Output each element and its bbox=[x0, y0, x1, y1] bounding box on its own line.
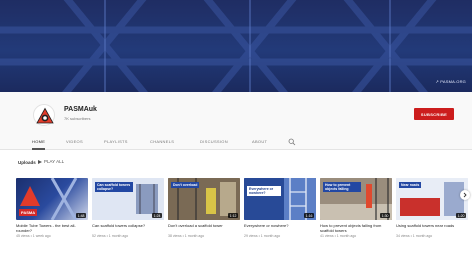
video-thumbnail[interactable]: Everywhere or nowhere? 1:16 bbox=[244, 178, 316, 220]
channel-name: PASMAuk bbox=[64, 106, 97, 113]
video-meta: 29 views • 1 month ago bbox=[244, 234, 281, 238]
video-title[interactable]: Using scaffold towers near roads bbox=[396, 223, 468, 233]
video-thumbnail[interactable]: PASMA 1:48 bbox=[16, 178, 88, 220]
channel-header: PASMAuk 7K subscribers SUBSCRIBE bbox=[0, 92, 472, 136]
thumbnail-caption: Near roads bbox=[399, 182, 422, 188]
play-all-label: PLAY ALL bbox=[44, 159, 65, 164]
channel-tabs: HOME VIDEOS PLAYLISTS CHANNELS DISCUSSIO… bbox=[0, 136, 472, 150]
video-title[interactable]: Mobile Tube Towers - the best all-rounde… bbox=[16, 223, 88, 233]
video-meta: 41 views • 1 month ago bbox=[320, 234, 357, 238]
video-meta: 38 views • 1 month ago bbox=[168, 234, 205, 238]
video-duration: 1:16 bbox=[304, 213, 314, 218]
video-thumbnail[interactable]: Near roads 1:20 bbox=[396, 178, 468, 220]
tab-discussion[interactable]: DISCUSSION bbox=[200, 139, 228, 150]
tab-playlists[interactable]: PLAYLISTS bbox=[104, 139, 128, 150]
video-title[interactable]: How to prevent objects falling from scaf… bbox=[320, 223, 392, 233]
video-card[interactable]: PASMA 1:48 Mobile Tube Towers - the best… bbox=[16, 178, 88, 239]
video-thumbnail[interactable]: Don't overload 1:12 bbox=[168, 178, 240, 220]
subscribe-button[interactable]: SUBSCRIBE bbox=[414, 108, 454, 120]
scaffold-banner-art bbox=[0, 0, 472, 92]
video-duration: 1:12 bbox=[228, 213, 238, 218]
video-card[interactable]: Don't overload 1:12 Don't overload a sca… bbox=[168, 178, 240, 239]
thumbnail-caption: Can scaffold towers collapse? bbox=[95, 182, 133, 192]
section-title[interactable]: Uploads bbox=[18, 160, 36, 165]
search-icon[interactable] bbox=[288, 138, 296, 146]
banner-website-link[interactable]: ↗ PASMA.ORG bbox=[435, 79, 466, 84]
video-thumbnail[interactable]: How to prevent objects falling 1:30 bbox=[320, 178, 392, 220]
video-duration: 1:20 bbox=[456, 213, 466, 218]
video-duration: 1:24 bbox=[152, 213, 162, 218]
chevron-right-icon bbox=[463, 192, 467, 198]
thumbnail-caption: Everywhere or nowhere? bbox=[247, 186, 281, 196]
tab-home[interactable]: HOME bbox=[32, 139, 46, 150]
video-title[interactable]: Don't overload a scaffold tower bbox=[168, 223, 240, 233]
thumbnail-caption: Don't overload bbox=[171, 182, 200, 188]
video-card[interactable]: Can scaffold towers collapse? 1:24 Can s… bbox=[92, 178, 164, 239]
play-icon bbox=[38, 159, 42, 164]
thumbnail-caption: PASMA bbox=[19, 209, 38, 216]
video-card[interactable]: How to prevent objects falling 1:30 How … bbox=[320, 178, 392, 239]
thumbnail-caption: How to prevent objects falling bbox=[323, 182, 361, 192]
uploads-section: Uploads PLAY ALL PASMA 1:48 Mobile Tube … bbox=[0, 150, 472, 280]
video-card[interactable]: Near roads 1:20 Using scaffold towers ne… bbox=[396, 178, 468, 239]
video-meta: 52 views • 1 month ago bbox=[92, 234, 129, 238]
subscriber-count: 7K subscribers bbox=[64, 116, 91, 121]
video-title[interactable]: Can scaffold towers collapse? bbox=[92, 223, 164, 233]
video-thumbnail[interactable]: Can scaffold towers collapse? 1:24 bbox=[92, 178, 164, 220]
video-meta: 34 views • 1 month ago bbox=[396, 234, 433, 238]
tab-channels[interactable]: CHANNELS bbox=[150, 139, 174, 150]
video-duration: 1:30 bbox=[380, 213, 390, 218]
video-title[interactable]: Everywhere or nowhere? bbox=[244, 223, 316, 233]
next-videos-button[interactable] bbox=[460, 190, 470, 200]
play-all-button[interactable]: PLAY ALL bbox=[38, 159, 64, 164]
video-duration: 1:48 bbox=[76, 213, 86, 218]
youtube-channel-page: ↗ PASMA.ORG PASMAuk 7K subscribers SUBSC… bbox=[0, 0, 472, 280]
avatar[interactable] bbox=[33, 104, 55, 126]
video-card[interactable]: Everywhere or nowhere? 1:16 Everywhere o… bbox=[244, 178, 316, 239]
tab-about[interactable]: ABOUT bbox=[252, 139, 267, 150]
channel-banner: ↗ PASMA.ORG bbox=[0, 0, 472, 92]
video-meta: 45 views • 1 week ago bbox=[16, 234, 51, 238]
warning-triangle-logo-icon bbox=[36, 107, 54, 124]
tab-videos[interactable]: VIDEOS bbox=[66, 139, 83, 150]
